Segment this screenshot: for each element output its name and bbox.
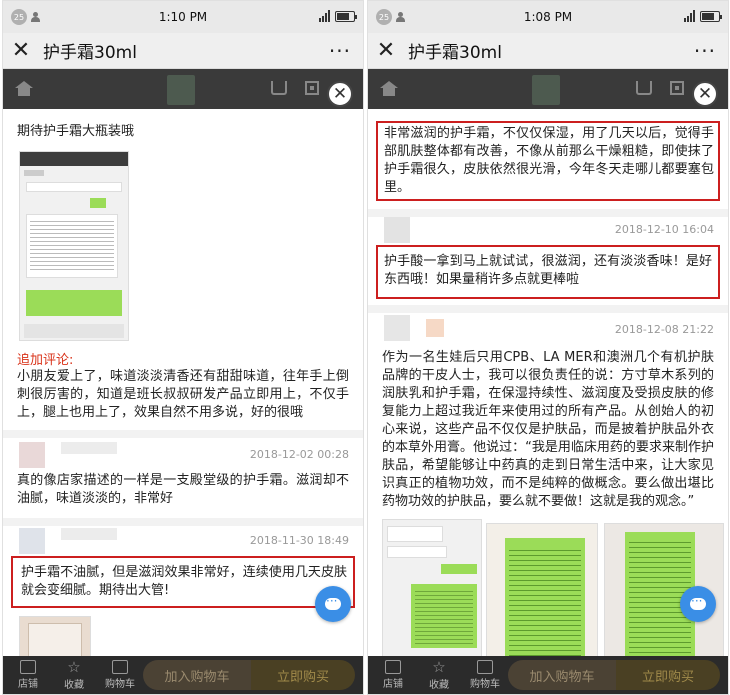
nav-bar: ✕ 护手霜30ml ··· (3, 33, 363, 69)
review-date: 2018-11-30 18:49 (249, 534, 349, 547)
review-list[interactable]: 期待护手霜大瓶装哦 追加评论: 小朋友爱上了，味道淡淡清香还有甜甜味道，往年手上… (3, 109, 363, 656)
more-icon[interactable]: ··· (329, 39, 351, 63)
status-time: 1:08 PM (523, 10, 573, 24)
status-time: 1:10 PM (158, 10, 208, 24)
review-text: 护手酸一拿到马上就试试，很滋润，还有淡淡香味！是好东西哦！如果量稍许多点就更棒啦 (384, 254, 712, 287)
divider (3, 518, 363, 526)
home-icon[interactable] (15, 81, 33, 97)
star-icon: ☆ (432, 657, 446, 676)
dismiss-icon[interactable]: ✕ (327, 81, 353, 107)
avatar (384, 217, 410, 243)
status-bar: 25 1:08 PM (368, 1, 728, 33)
avatar (384, 315, 410, 341)
store-icon (385, 660, 401, 674)
review-text: 作为一名生娃后只用CPB、LA MER和澳洲几个有机护肤品牌的干皮人士，我可以很… (382, 350, 714, 509)
review-photo[interactable] (382, 519, 482, 656)
review-text: 期待护手霜大瓶装哦 (17, 124, 135, 139)
page-title: 护手霜30ml (408, 43, 502, 63)
add-to-cart-button[interactable]: 加入购物车 (143, 660, 251, 690)
chat-icon[interactable] (680, 586, 716, 622)
divider (368, 305, 728, 313)
dismiss-icon[interactable]: ✕ (692, 81, 718, 107)
signal-icon (319, 10, 330, 22)
review-photo[interactable] (19, 616, 91, 656)
store-button[interactable]: 店铺 (374, 660, 412, 690)
favorite-button[interactable]: ☆ 收藏 (55, 657, 93, 691)
store-button[interactable]: 店铺 (9, 660, 47, 690)
review-date: 2018-12-02 00:28 (249, 448, 349, 461)
qr-icon[interactable] (670, 81, 684, 95)
cart-icon (112, 660, 128, 674)
battery-icon (335, 11, 357, 22)
signal-icon (684, 10, 695, 22)
notification-badge: 25 (376, 9, 392, 25)
left-phone-screen: 25 1:10 PM ✕ 护手霜30ml ··· ✕ 期待护手霜大瓶装哦 追加评… (2, 0, 364, 695)
reviewer-name (61, 528, 117, 540)
chat-icon[interactable] (315, 586, 351, 622)
divider (368, 209, 728, 217)
buy-now-button[interactable]: 立即购买 (616, 660, 720, 690)
bottom-action-bar: 店铺 ☆ 收藏 购物车 加入购物车 立即购买 (368, 656, 728, 694)
person-icon (396, 12, 405, 22)
review-photo[interactable] (486, 523, 598, 656)
cart-button[interactable]: 购物车 (101, 660, 139, 690)
avatar (19, 528, 45, 554)
followup-label: 追加评论: (17, 353, 74, 368)
review-list[interactable]: 非常滋润的护手霜，不仅仅保湿，用了几天以后，觉得手部肌肤整体都有改善，不像从前那… (368, 109, 728, 656)
close-icon[interactable]: ✕ (368, 33, 404, 69)
right-phone-screen: 25 1:08 PM ✕ 护手霜30ml ··· ✕ 非常滋润的护手霜，不仅仅保… (367, 0, 729, 695)
cart-icon (477, 660, 493, 674)
buy-now-button[interactable]: 立即购买 (251, 660, 355, 690)
review-text: 护手霜不油腻，但是滋润效果非常好，连续使用几天皮肤就会变细腻。期待出大管! (21, 565, 347, 598)
qr-icon[interactable] (305, 81, 319, 95)
shop-header (368, 69, 728, 109)
status-bar: 25 1:10 PM (3, 1, 363, 33)
review-text: 真的像店家描述的一样是一支殿堂级的护手霜。滋润却不油腻，味道淡淡的，非常好 (17, 473, 349, 506)
cart-icon[interactable] (636, 81, 652, 95)
review-photo[interactable] (19, 151, 129, 341)
home-icon[interactable] (380, 81, 398, 97)
page-title: 护手霜30ml (43, 43, 137, 63)
reviewer-name (426, 319, 444, 337)
close-icon[interactable]: ✕ (3, 33, 39, 69)
highlighted-review: 非常滋润的护手霜，不仅仅保湿，用了几天以后，觉得手部肌肤整体都有改善，不像从前那… (376, 121, 720, 201)
battery-icon (700, 11, 722, 22)
more-icon[interactable]: ··· (694, 39, 716, 63)
review-date: 2018-12-08 21:22 (614, 323, 714, 336)
store-icon (20, 660, 36, 674)
product-thumbnail (532, 75, 560, 105)
favorite-button[interactable]: ☆ 收藏 (420, 657, 458, 691)
cart-button[interactable]: 购物车 (466, 660, 504, 690)
product-thumbnail (167, 75, 195, 105)
nav-bar: ✕ 护手霜30ml ··· (368, 33, 728, 69)
shop-header (3, 69, 363, 109)
cart-icon[interactable] (271, 81, 287, 95)
star-icon: ☆ (67, 657, 81, 676)
avatar (19, 442, 45, 468)
person-icon (31, 12, 40, 22)
notification-badge: 25 (11, 9, 27, 25)
add-to-cart-button[interactable]: 加入购物车 (508, 660, 616, 690)
followup-text: 小朋友爱上了，味道淡淡清香还有甜甜味道，往年手上倒刺很厉害的，知道是班长叔叔研发… (17, 369, 349, 420)
highlighted-review: 护手酸一拿到马上就试试，很滋润，还有淡淡香味！是好东西哦！如果量稍许多点就更棒啦 (376, 245, 720, 299)
reviewer-name (61, 442, 117, 454)
review-text: 非常滋润的护手霜，不仅仅保湿，用了几天以后，觉得手部肌肤整体都有改善，不像从前那… (384, 126, 714, 195)
highlighted-review: 护手霜不油腻，但是滋润效果非常好，连续使用几天皮肤就会变细腻。期待出大管! (11, 556, 355, 608)
divider (3, 430, 363, 438)
bottom-action-bar: 店铺 ☆ 收藏 购物车 加入购物车 立即购买 (3, 656, 363, 694)
review-date: 2018-12-10 16:04 (614, 223, 714, 236)
